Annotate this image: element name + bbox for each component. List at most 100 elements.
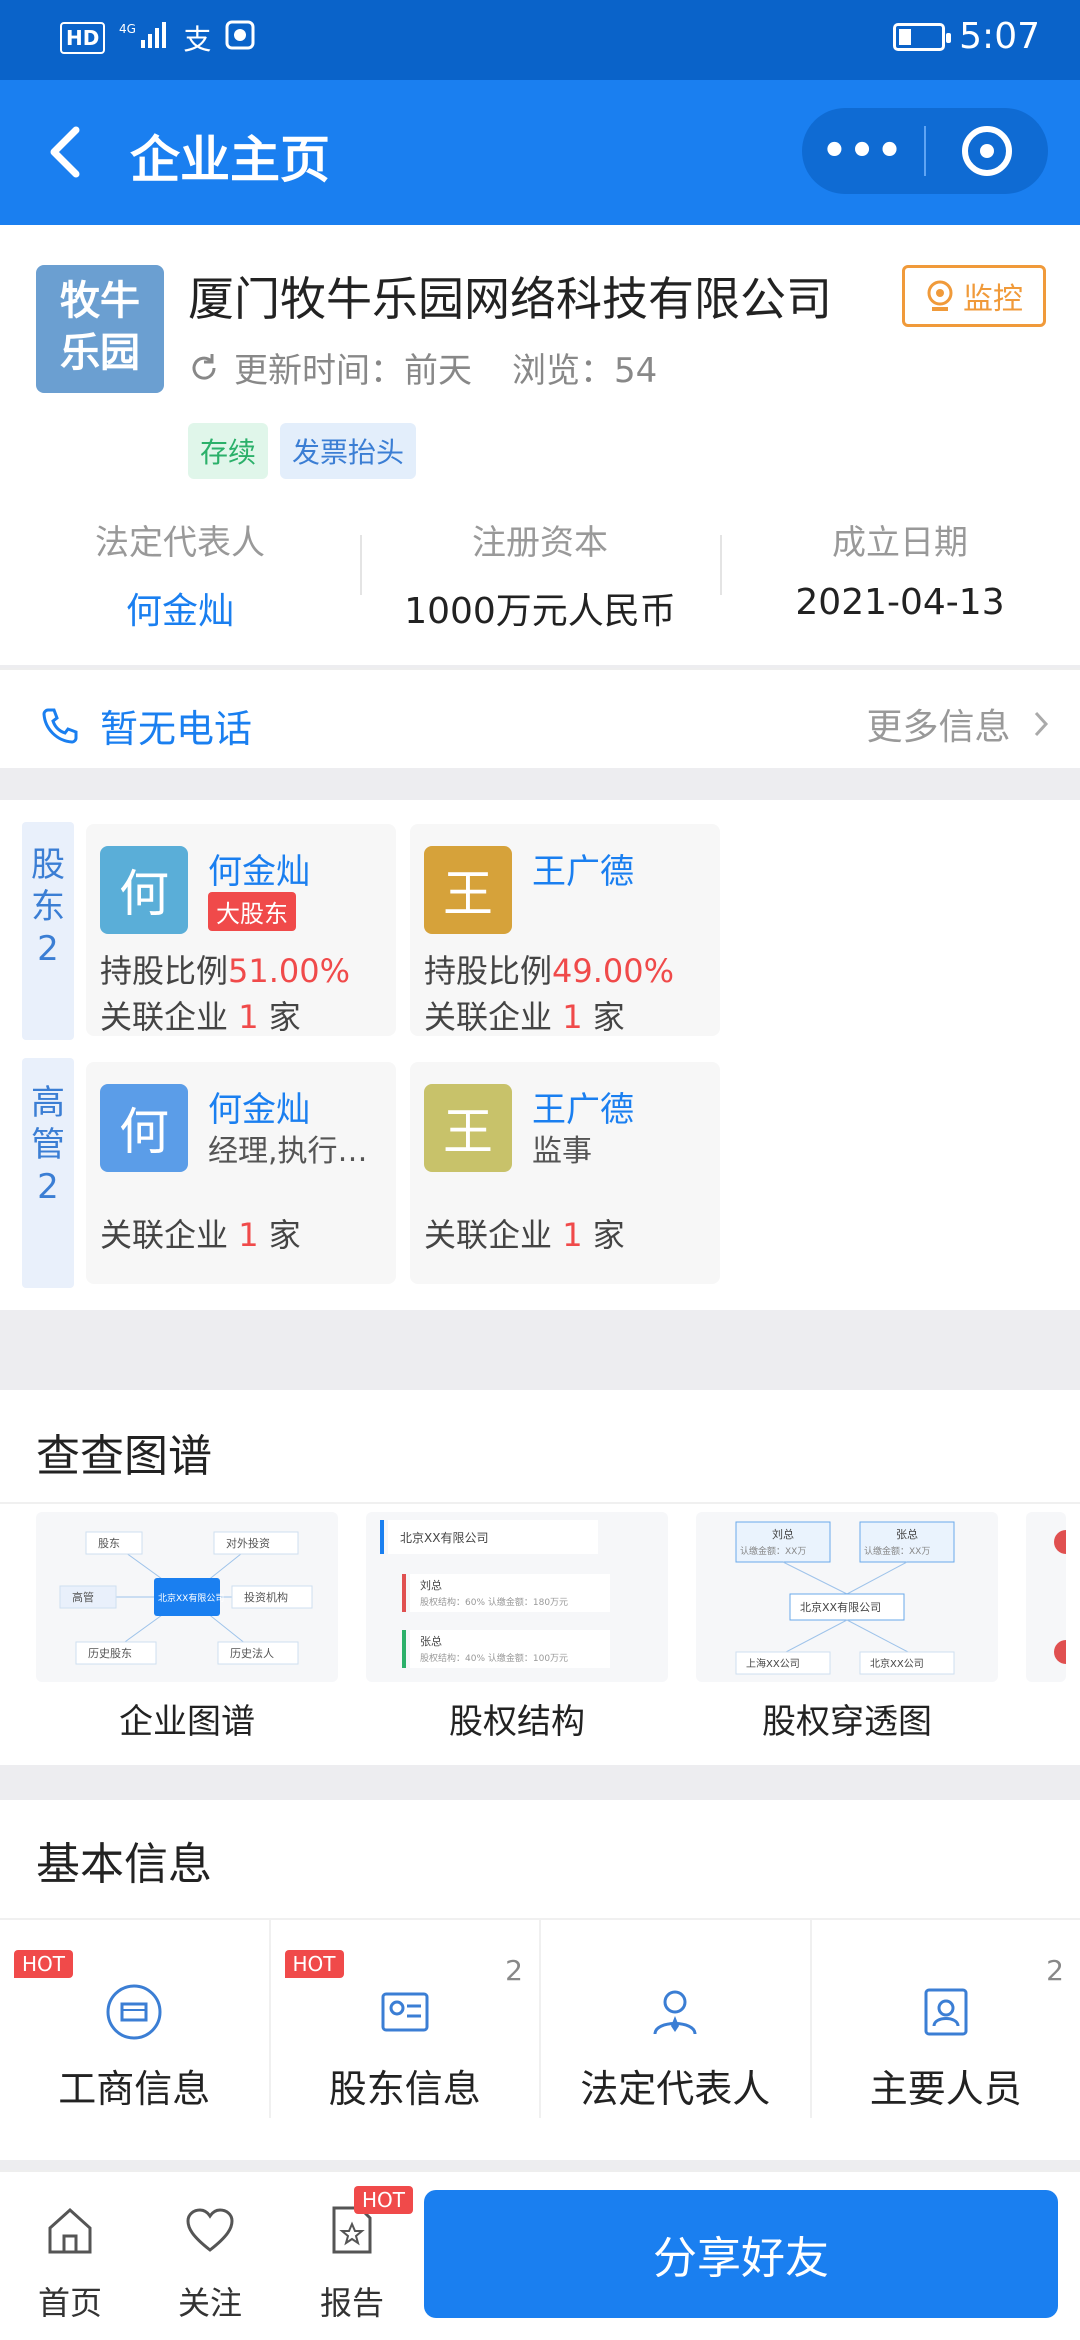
- center-node-label: 北京XX有限公司: [158, 1592, 224, 1604]
- ratio-value: 49.00%: [552, 952, 675, 990]
- close-miniapp-button[interactable]: [926, 122, 1048, 180]
- company-logo: 牧牛 乐园: [36, 265, 164, 393]
- partial-thumbnail: [1026, 1512, 1066, 1682]
- tab-label: 关注: [177, 2284, 242, 2322]
- invoice-tag[interactable]: 发票抬头: [280, 423, 417, 479]
- tab-home[interactable]: 首页: [10, 2190, 130, 2324]
- executive-card[interactable]: 王 王广德 监事 关联企业 1 家: [410, 1062, 720, 1284]
- shareholders-label[interactable]: 股东 2: [22, 822, 74, 1040]
- company-name: 厦门牧牛乐园网络科技有限公司: [188, 272, 832, 326]
- miniapp-capsule: •••: [802, 108, 1048, 194]
- related-count: 1: [562, 1216, 583, 1254]
- fact-label: 法定代表人: [95, 523, 265, 563]
- person-name[interactable]: 何金灿: [208, 844, 310, 893]
- equity-structure-thumbnail: 北京XX有限公司 刘总 股权结构：60% 认缴金额：180万元 张总 股权结构：40…: [366, 1512, 668, 1682]
- monitor-button[interactable]: 监控: [902, 265, 1046, 327]
- item-label: 主要人员: [869, 2067, 1022, 2111]
- key-personnel-item[interactable]: 2 主要人员: [809, 1920, 1080, 2118]
- page-title: 企业主页: [130, 131, 330, 189]
- tab-follow[interactable]: 关注: [150, 2190, 270, 2324]
- share-button[interactable]: 分享好友: [424, 2190, 1058, 2318]
- tile-name: 股权结构: [449, 1702, 585, 1742]
- graph-tile-equity[interactable]: 北京XX有限公司 刘总 股权结构：60% 认缴金额：180万元 张总 股权结构：40…: [366, 1512, 668, 1743]
- more-info-link[interactable]: 更多信息: [867, 698, 1050, 750]
- person-role: 监事: [532, 1134, 592, 1169]
- fact-label: 注册资本: [472, 523, 608, 563]
- related-count: 1: [238, 1216, 259, 1254]
- related-companies: 关联企业 1 家: [424, 1210, 625, 1256]
- shareholder-info-item[interactable]: HOT 2 股东信息: [268, 1920, 540, 2118]
- signal-icon: 4G: [119, 20, 169, 57]
- logo-line-2: 乐园: [60, 330, 140, 376]
- clock: 5:07: [959, 16, 1040, 57]
- related-companies: 关联企业 1 家: [424, 992, 625, 1038]
- related-suffix: 家: [592, 998, 625, 1036]
- hot-badge: HOT: [14, 1950, 73, 1978]
- company-card: 牧牛 乐园 厦门牧牛乐园网络科技有限公司 监控 更新时间：前天 浏览：54 存续…: [0, 225, 1080, 665]
- section-title: 查查图谱: [36, 1431, 212, 1482]
- related-count: 1: [238, 998, 259, 1036]
- tile-name: 企业图谱: [119, 1702, 255, 1742]
- graph-tile-penetration[interactable]: 刘总 认缴金额：XX万 张总 认缴金额：XX万 北京XX有限公司 上海XX公司 北京…: [696, 1512, 998, 1743]
- fact-value: 2021-04-13: [795, 582, 1005, 623]
- fact-founded: 成立日期 2021-04-13: [720, 515, 1080, 635]
- penetration-diagram: 刘总认缴金额：XX万 张总认缴金额：XX万 北京XX有限公司 上海XX公司 北京…: [735, 1521, 955, 1675]
- related-label: 关联企业: [100, 1216, 229, 1254]
- related-suffix: 家: [268, 1216, 301, 1254]
- related-label: 关联企业: [424, 1216, 553, 1254]
- shareholder-card[interactable]: 何 何金灿 大股东 持股比例51.00% 关联企业 1 家: [86, 824, 396, 1036]
- person-name[interactable]: 王广德: [532, 844, 634, 893]
- executives-label[interactable]: 高管 2: [22, 1058, 74, 1288]
- ratio-label: 持股比例: [424, 952, 553, 990]
- monitor-label: 监控: [963, 282, 1023, 317]
- shareholders-count: 2: [37, 929, 59, 969]
- people-section: 股东 2 何 何金灿 大股东 持股比例51.00% 关联企业 1 家 王 王广德…: [0, 800, 1080, 1310]
- penetration-child-1: 上海XX公司: [746, 1657, 800, 1670]
- equity-person-2: 张总: [420, 1634, 442, 1648]
- shareholder-card[interactable]: 王 王广德 持股比例49.00% 关联企业 1 家: [410, 824, 720, 1036]
- tab-label: 报告: [319, 2284, 384, 2322]
- business-info-item[interactable]: HOT 工商信息: [0, 1920, 269, 2118]
- executives-label-text: 高管: [31, 1083, 65, 1165]
- item-label: 股东信息: [328, 2067, 481, 2111]
- person-name[interactable]: 王广德: [532, 1082, 634, 1131]
- executive-card[interactable]: 何 何金灿 经理,执行董事 关联企业 1 家: [86, 1062, 396, 1284]
- related-companies: 关联企业 1 家: [100, 1210, 301, 1256]
- phone-row[interactable]: 暂无电话 更多信息: [0, 668, 1080, 768]
- avatar: 王: [424, 1084, 512, 1172]
- legal-rep-item[interactable]: 法定代表人: [539, 1920, 810, 2118]
- personnel-card-icon: [914, 1980, 978, 2048]
- tab-report[interactable]: HOT 报告: [292, 2186, 413, 2324]
- app-notification-icon: [225, 20, 255, 57]
- share-ratio: 持股比例49.00%: [424, 946, 674, 992]
- heart-icon: [150, 2190, 270, 2270]
- back-icon[interactable]: [44, 122, 84, 192]
- graph-tile-partial[interactable]: [1026, 1512, 1066, 1743]
- penetration-node-b: 张总: [896, 1527, 918, 1541]
- phone-icon: [42, 708, 78, 744]
- fact-value[interactable]: 何金灿: [0, 582, 360, 634]
- more-button[interactable]: •••: [802, 128, 924, 174]
- graph-tile-enterprise[interactable]: 股东 对外投资 高管 投资机构 历史股东 历史法人 北京XX有限公司 企业图谱: [36, 1512, 338, 1743]
- item-label: 法定代表人: [580, 2067, 771, 2111]
- shareholders-label-text: 股东: [31, 845, 65, 927]
- shield-icon: [102, 1980, 166, 2048]
- ratio-label: 持股比例: [100, 952, 229, 990]
- navbar: 企业主页 •••: [0, 80, 1080, 225]
- enterprise-graph-diagram: 股东 对外投资 高管 投资机构 历史股东 历史法人 北京XX有限公司: [59, 1531, 313, 1665]
- penetration-node-b-info: 认缴金额：XX万: [864, 1545, 930, 1557]
- person-name[interactable]: 何金灿: [208, 1082, 310, 1131]
- tab-label: 首页: [37, 2284, 102, 2322]
- penetration-node-a-info: 认缴金额：XX万: [740, 1545, 806, 1557]
- fact-capital: 注册资本 1000万元人民币: [360, 515, 720, 635]
- more-info-label: 更多信息: [866, 707, 1011, 748]
- related-companies: 关联企业 1 家: [100, 992, 301, 1038]
- company-facts: 法定代表人 何金灿 注册资本 1000万元人民币 成立日期 2021-04-13: [0, 515, 1080, 635]
- fact-legal-rep[interactable]: 法定代表人 何金灿: [0, 515, 360, 635]
- alipay-icon: 支: [183, 23, 212, 56]
- basic-info-section: 基本信息 HOT 工商信息 HOT 2 股东信息 法定代表人 2 主要人员: [0, 1800, 1080, 2160]
- company-tags: 存续 发票抬头: [188, 423, 417, 479]
- update-time: 更新时间：前天: [234, 351, 472, 391]
- node-label: 历史法人: [230, 1646, 274, 1660]
- avatar: 何: [100, 1084, 188, 1172]
